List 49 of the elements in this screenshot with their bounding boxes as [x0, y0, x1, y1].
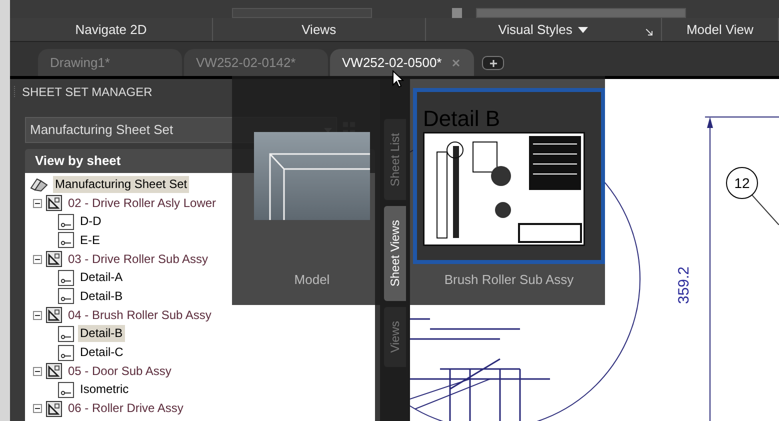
grip-icon[interactable] [13, 86, 16, 98]
tree-item[interactable]: Isometric [78, 381, 131, 398]
dimension-text: 359.2 [674, 266, 694, 304]
new-tab-button[interactable] [482, 56, 504, 70]
sheet-icon [46, 400, 62, 417]
sheet-icon [46, 363, 62, 380]
collapse-toggle[interactable] [33, 198, 42, 208]
view-icon [58, 326, 74, 342]
view-icon [58, 382, 74, 398]
ribbon-panel-title[interactable]: Navigate 2D [10, 18, 213, 41]
tree-item[interactable]: Manufacturing Sheet Set [53, 176, 190, 193]
sheet-icon [46, 195, 62, 212]
tree-item[interactable]: 06 - Roller Drive Assy [66, 400, 186, 418]
launcher-icon[interactable] [646, 29, 653, 36]
tree-item[interactable]: D-D [78, 213, 104, 230]
tree-item[interactable]: 02 - Drive Roller Asly Lower [66, 194, 218, 212]
collapse-toggle[interactable] [33, 254, 42, 264]
tree-item[interactable]: 05 - Door Sub Assy [66, 362, 174, 380]
preview-label: Model [294, 271, 330, 289]
tree-item[interactable]: 03 - Drive Roller Sub Assy [66, 250, 210, 268]
sheet-icon [46, 307, 62, 324]
view-icon [58, 270, 74, 286]
sheet-icon [46, 251, 62, 268]
cursor-icon [392, 70, 404, 88]
preview-label: Brush Roller Sub Assy [444, 271, 574, 289]
sheet-set-icon [29, 176, 49, 192]
leader-line [752, 195, 779, 225]
tree-item[interactable]: Detail-C [78, 344, 126, 362]
tree-item[interactable]: Detail-A [78, 269, 125, 286]
panel-title: SHEET SET MANAGER [22, 84, 152, 101]
collapse-toggle[interactable] [33, 366, 42, 376]
view-icon [58, 344, 74, 361]
ribbon-panel-title[interactable]: Model View [662, 18, 779, 41]
ribbon-panel-title[interactable]: Visual Styles [426, 18, 662, 41]
plus-icon [490, 60, 496, 66]
view-icon [58, 214, 74, 230]
tree-item[interactable]: Detail-B [78, 325, 125, 342]
view-icon [58, 288, 74, 304]
view-icon [58, 232, 74, 248]
collapse-toggle[interactable] [33, 310, 42, 320]
tree-item[interactable]: E-E [78, 232, 102, 249]
side-tab[interactable]: Sheet Views [384, 206, 406, 301]
balloon: 12 [726, 167, 758, 199]
tree-item[interactable]: 04 - Brush Roller Sub Assy [66, 306, 214, 324]
ribbon-panel-title[interactable]: Views [212, 18, 426, 41]
collapse-toggle[interactable] [33, 404, 42, 414]
file-tab[interactable]: VW252-02-0500* [330, 49, 474, 76]
caret-icon [578, 26, 588, 32]
tree-item[interactable]: Detail-B [78, 288, 125, 305]
